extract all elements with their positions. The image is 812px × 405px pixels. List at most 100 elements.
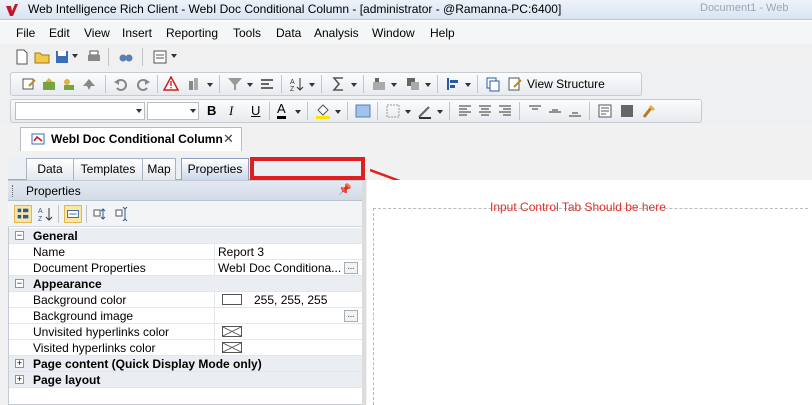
print-icon[interactable] [86, 49, 102, 65]
property-value[interactable]: WebI Doc Conditiona... [218, 261, 344, 275]
group-page-layout[interactable]: + Page layout [9, 372, 364, 388]
expand-icon[interactable]: + [15, 359, 24, 368]
arrange-dropdown-icon[interactable] [425, 83, 431, 87]
align-right-icon[interactable] [497, 103, 513, 119]
align-center-icon[interactable] [477, 103, 493, 119]
redo-icon[interactable] [135, 76, 151, 92]
sum-dropdown-icon[interactable] [351, 83, 357, 87]
property-row-document-properties[interactable]: Document Properties WebI Doc Conditiona.… [9, 260, 364, 276]
collapse-all-icon[interactable] [114, 205, 132, 223]
tab-properties[interactable]: Properties [181, 158, 249, 180]
menu-insert[interactable]: Insert [122, 26, 152, 40]
align-icon[interactable] [445, 76, 461, 92]
pin-icon[interactable]: 📌 [338, 183, 352, 196]
property-row-name[interactable]: Name Report 3 [9, 244, 364, 260]
background-image-icon[interactable] [355, 103, 371, 119]
panel-splitter[interactable] [362, 180, 366, 405]
property-value[interactable]: Report 3 [218, 245, 344, 259]
add-data-icon[interactable] [61, 76, 77, 92]
insert-cell-dropdown-icon[interactable] [391, 83, 397, 87]
no-color-icon[interactable] [222, 342, 242, 353]
menu-data[interactable]: Data [276, 26, 301, 40]
format-painter-icon[interactable] [641, 103, 657, 119]
save-icon[interactable] [54, 49, 70, 65]
view-mode-dropdown-icon[interactable] [171, 54, 177, 58]
tab-data[interactable]: Data [26, 158, 74, 180]
drag-handle-icon[interactable] [12, 185, 15, 197]
menu-edit[interactable]: Edit [49, 26, 70, 40]
ellipsis-button[interactable]: ... [344, 262, 358, 274]
font-name-combo[interactable] [15, 102, 145, 120]
edit-data-provider-icon[interactable] [41, 76, 57, 92]
color-swatch[interactable] [222, 294, 242, 305]
property-pages-icon[interactable] [64, 205, 82, 223]
font-size-dropdown-icon[interactable] [190, 109, 196, 113]
align-top-icon[interactable] [527, 103, 543, 119]
menu-help[interactable]: Help [430, 26, 455, 40]
save-dropdown-icon[interactable] [72, 54, 78, 58]
wrap-text-icon[interactable] [597, 103, 613, 119]
menu-window[interactable]: Window [372, 26, 415, 40]
borders-dropdown-icon[interactable] [405, 110, 411, 114]
property-row-background-color[interactable]: Background color 255, 255, 255 [9, 292, 364, 308]
fill-color-dropdown-icon[interactable] [335, 110, 341, 114]
open-folder-icon[interactable] [34, 49, 50, 65]
view-structure-icon[interactable] [507, 76, 523, 92]
property-row-unvisited-hyperlinks-color[interactable]: Unvisited hyperlinks color [9, 324, 364, 340]
find-icon[interactable] [118, 49, 134, 65]
sort-dropdown-icon[interactable] [309, 83, 315, 87]
filter-icon[interactable] [227, 76, 243, 92]
filter-dropdown-icon[interactable] [247, 83, 253, 87]
property-row-visited-hyperlinks-color[interactable]: Visited hyperlinks color [9, 340, 364, 356]
sum-icon[interactable] [331, 76, 347, 92]
align-bottom-icon[interactable] [567, 103, 583, 119]
bold-icon[interactable]: B [207, 103, 216, 118]
menu-tools[interactable]: Tools [233, 26, 261, 40]
ellipsis-button[interactable]: ... [344, 310, 358, 322]
track-changes-dropdown-icon[interactable] [207, 83, 213, 87]
tab-templates[interactable]: Templates [73, 158, 143, 180]
tab-map[interactable]: Map [142, 158, 176, 180]
expand-all-icon[interactable] [92, 205, 110, 223]
borders-icon[interactable] [385, 103, 401, 119]
insert-cell-icon[interactable] [371, 76, 387, 92]
border-style-dropdown-icon[interactable] [437, 110, 443, 114]
sort-icon[interactable]: AZ [289, 76, 305, 92]
menu-file[interactable]: File [16, 26, 35, 40]
font-size-combo[interactable] [147, 102, 199, 120]
no-color-icon[interactable] [222, 326, 242, 337]
menu-analysis[interactable]: Analysis [314, 26, 359, 40]
menu-reporting[interactable]: Reporting [166, 26, 218, 40]
warning-icon[interactable] [163, 76, 179, 92]
duplicate-report-icon[interactable] [485, 76, 501, 92]
new-document-icon[interactable] [14, 49, 30, 65]
arrange-icon[interactable] [405, 76, 421, 92]
refresh-data-icon[interactable] [81, 76, 97, 92]
collapse-icon[interactable]: − [15, 231, 24, 240]
track-changes-icon[interactable] [187, 76, 203, 92]
document-tab[interactable]: WebI Doc Conditional Column ✕ [20, 127, 242, 151]
italic-icon[interactable]: I [229, 103, 233, 119]
group-page-content[interactable]: + Page content (Quick Display Mode only) [9, 356, 364, 372]
edit-query-icon[interactable] [21, 76, 37, 92]
font-name-dropdown-icon[interactable] [136, 109, 142, 113]
fill-color-icon[interactable] [315, 103, 331, 119]
break-icon[interactable] [259, 76, 275, 92]
close-icon[interactable]: ✕ [223, 131, 234, 147]
view-mode-icon[interactable] [152, 49, 168, 65]
border-style-icon[interactable] [417, 103, 433, 119]
format-cell-icon[interactable] [619, 103, 635, 119]
menu-view[interactable]: View [84, 26, 110, 40]
group-appearance[interactable]: − Appearance [9, 276, 364, 292]
expand-icon[interactable]: + [15, 375, 24, 384]
undo-icon[interactable] [113, 76, 129, 92]
font-color-dropdown-icon[interactable] [295, 110, 301, 114]
property-row-background-image[interactable]: Background image ... [9, 308, 364, 324]
collapse-icon[interactable]: − [15, 279, 24, 288]
align-left-icon[interactable] [457, 103, 473, 119]
group-general[interactable]: − General [9, 228, 364, 244]
categorized-view-icon[interactable] [14, 205, 32, 223]
alphabetical-sort-icon[interactable]: AZ [36, 205, 54, 223]
align-dropdown-icon[interactable] [465, 83, 471, 87]
align-middle-icon[interactable] [547, 103, 563, 119]
